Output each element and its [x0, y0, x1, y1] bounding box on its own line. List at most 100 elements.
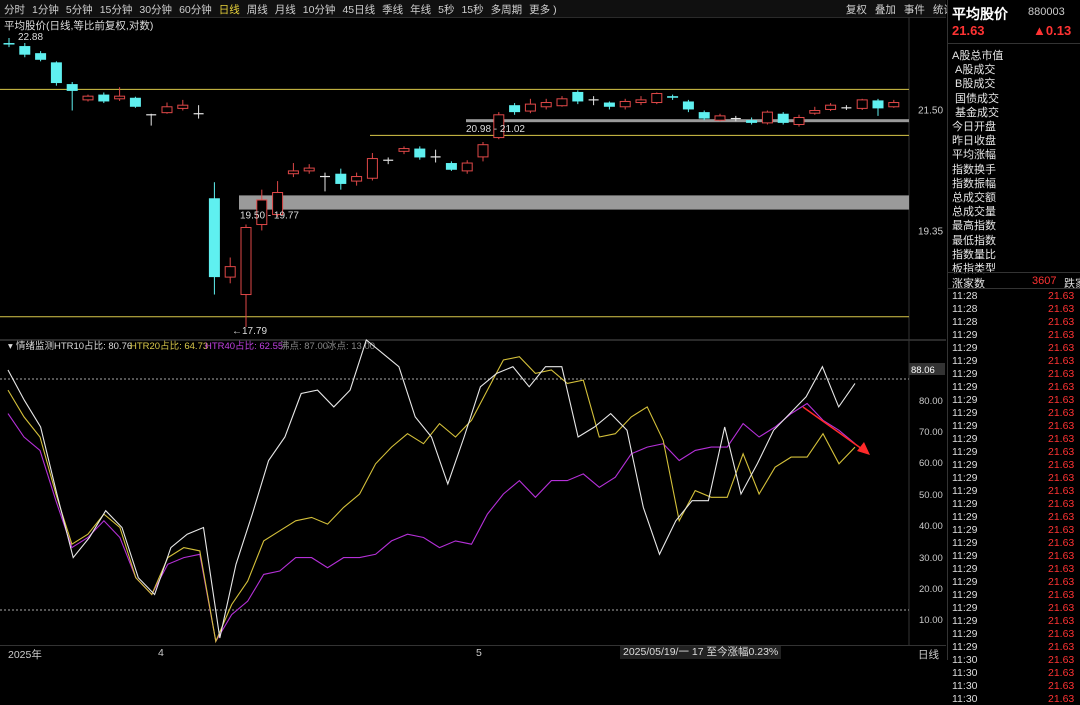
tick-price: 21.63	[1048, 303, 1075, 315]
tick-row: 11:30 21.63	[952, 680, 1078, 692]
indicator-name: 情绪监测	[16, 340, 54, 352]
high-price-label: 22.88	[18, 32, 43, 43]
candle-body	[287, 170, 299, 175]
tick-row: 11:29 21.63	[952, 420, 1078, 432]
tick-price: 21.63	[1048, 667, 1075, 679]
arrow-head	[857, 442, 870, 455]
tick-price: 21.63	[1048, 524, 1075, 536]
tick-row: 11:30 21.63	[952, 667, 1078, 679]
tick-time: 11:29	[952, 420, 978, 432]
price-axis-label: 21.50	[918, 105, 943, 116]
price-change: ▲0.13	[1033, 23, 1072, 38]
tick-price: 21.63	[1048, 589, 1075, 601]
tick-row: 11:29 21.63	[952, 459, 1078, 471]
candle-body	[66, 84, 78, 91]
tick-row: 11:29 21.63	[952, 407, 1078, 419]
tick-time: 11:29	[952, 394, 978, 406]
tick-row: 11:29 21.63	[952, 524, 1078, 536]
period-tab[interactable]: 年线	[410, 2, 431, 17]
period-tab[interactable]: 周线	[247, 2, 268, 17]
candle-body	[177, 104, 189, 109]
divider	[948, 272, 1080, 273]
index-name: 平均股价	[952, 6, 1008, 22]
quote-field-label: 板指类型	[952, 263, 996, 275]
tool-button[interactable]: 事件	[904, 2, 925, 17]
candle-body	[351, 176, 363, 182]
indicator-icon: ▾	[8, 341, 13, 352]
period-tab[interactable]: 15分钟	[100, 2, 133, 17]
tick-time: 11:29	[952, 576, 978, 588]
candle-body	[240, 226, 252, 296]
candle-body	[761, 111, 773, 124]
tick-row: 11:29 21.63	[952, 355, 1078, 367]
tick-time: 11:30	[952, 654, 978, 666]
tick-price: 21.63	[1048, 394, 1075, 406]
candle-body	[540, 102, 552, 108]
chart-title: 平均股价(日线,等比前复权,对数)	[4, 20, 154, 32]
tick-price: 21.63	[1048, 511, 1075, 523]
candle-body	[888, 102, 900, 108]
period-tab[interactable]: 1分钟	[32, 2, 59, 17]
period-tab[interactable]: 45日线	[342, 2, 375, 17]
tick-price: 21.63	[1048, 615, 1075, 627]
candle-body	[366, 158, 378, 179]
period-tab[interactable]: 30分钟	[139, 2, 172, 17]
tick-time: 11:29	[952, 524, 978, 536]
candle-body	[524, 103, 536, 112]
tick-time: 11:29	[952, 329, 978, 341]
period-tab[interactable]: 分时	[4, 2, 25, 17]
period-tab[interactable]: 更多 )	[529, 2, 556, 17]
chart-canvas[interactable]: 22.88 ←17.79 20.98 - 21.02 19.50 - 19.77 21.…	[0, 17, 946, 645]
candle-body	[50, 62, 62, 84]
tick-price: 21.63	[1048, 654, 1075, 666]
candle-body	[509, 105, 521, 113]
tick-price: 21.63	[1048, 641, 1075, 653]
date-tooltip: 2025/05/19/一 17 至今涨幅0.23%	[620, 646, 782, 659]
tick-row: 11:29 21.63	[952, 368, 1078, 380]
period-tab[interactable]: 60分钟	[179, 2, 212, 17]
tool-button[interactable]: 复权	[846, 2, 867, 17]
tick-row: 11:29 21.63	[952, 446, 1078, 458]
candle-body	[477, 144, 489, 158]
divider	[948, 43, 1080, 44]
candle-body	[335, 173, 347, 184]
tick-row: 11:29 21.63	[952, 511, 1078, 523]
tick-row: 11:28 21.63	[952, 303, 1078, 315]
price-axis-label: 19.35	[918, 226, 943, 237]
candle-body	[303, 167, 315, 172]
tick-row: 11:29 21.63	[952, 342, 1078, 354]
tick-price: 21.63	[1048, 459, 1075, 471]
tool-button[interactable]: 叠加	[875, 2, 896, 17]
candle-body	[651, 93, 663, 104]
tick-row: 11:28 21.63	[952, 316, 1078, 328]
tick-row: 11:29 21.63	[952, 628, 1078, 640]
indicator-axis-label: 50.00	[919, 490, 943, 501]
tick-row: 11:30 21.63	[952, 693, 1078, 705]
low-price-label: ←17.79	[232, 326, 267, 337]
candle-body	[777, 113, 789, 123]
period-tab[interactable]: 10分钟	[303, 2, 336, 17]
candle-body	[461, 162, 473, 172]
tick-price: 21.63	[1048, 680, 1075, 692]
tick-time: 11:30	[952, 667, 978, 679]
period-tab[interactable]: 5分钟	[66, 2, 93, 17]
tick-time: 11:29	[952, 615, 978, 627]
tick-price: 21.63	[1048, 576, 1075, 588]
tick-price: 21.63	[1048, 498, 1075, 510]
tick-price: 21.63	[1048, 342, 1075, 354]
period-tab[interactable]: 5秒	[438, 2, 454, 17]
tick-time: 11:30	[952, 680, 978, 692]
candle-body	[793, 116, 805, 126]
period-tab[interactable]: 季线	[382, 2, 403, 17]
tick-price: 21.63	[1048, 407, 1075, 419]
tick-time: 11:29	[952, 589, 978, 601]
candle-body	[82, 95, 94, 101]
tick-row: 11:30 21.63	[952, 654, 1078, 666]
period-tab[interactable]: 多周期	[491, 2, 523, 17]
period-tab[interactable]: 15秒	[461, 2, 483, 17]
tick-time: 11:29	[952, 563, 978, 575]
period-tab[interactable]: 日线	[219, 2, 240, 17]
period-tab[interactable]: 月线	[275, 2, 296, 17]
tick-time: 11:29	[952, 459, 978, 471]
tick-time: 11:29	[952, 511, 978, 523]
